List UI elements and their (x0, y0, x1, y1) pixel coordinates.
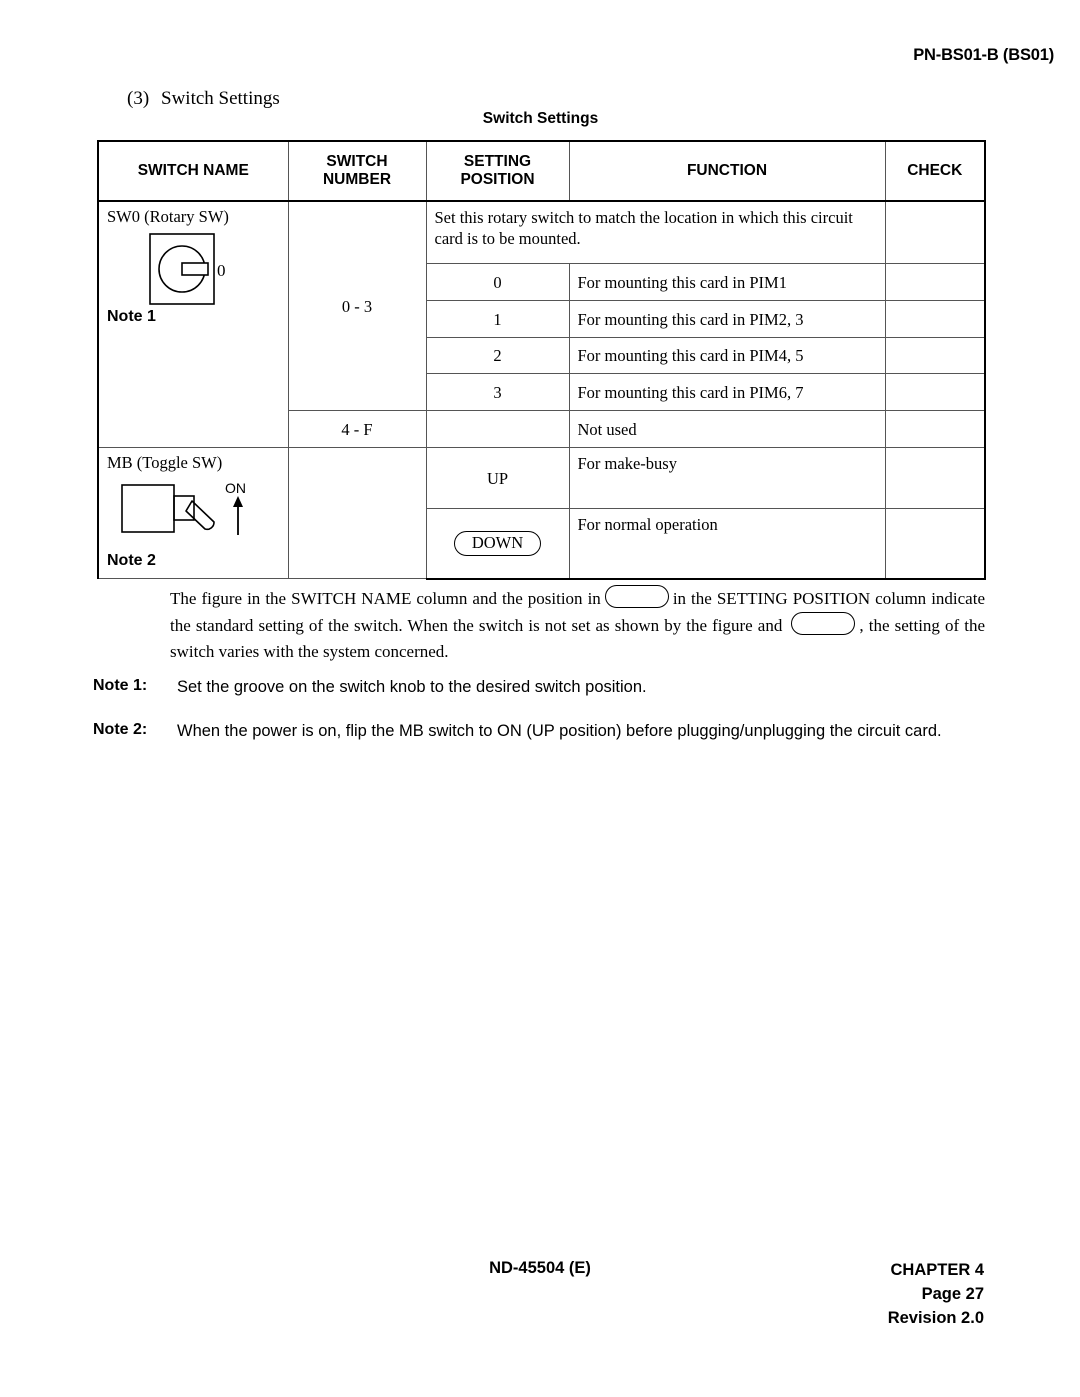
toggle-direction-label: ON (225, 480, 246, 496)
cell-switch-name-mb: MB (Toggle SW) ON Note 2 (97, 447, 289, 579)
column-header-check: CHECK (884, 140, 986, 202)
switch-number-unused-value: 4 - F (341, 420, 373, 440)
note-text: Set the groove on the switch knob to the… (177, 678, 647, 696)
sw0-description-text: Set this rotary switch to match the loca… (434, 208, 853, 249)
standard-setting-marker-icon (791, 612, 856, 635)
cell-function: For mounting this card in PIM2, 3 (568, 299, 886, 338)
cell-setting-position: 2 (425, 336, 570, 375)
note-key: Note 2: (93, 721, 148, 739)
page-header-card-id: PN-BS01-B (BS01) (913, 46, 1054, 64)
setting-position-value: 2 (493, 346, 502, 366)
cell-check-sw0-desc (884, 200, 986, 264)
cell-switch-number-unused: 4 - F (287, 410, 427, 448)
page-footer: ND-45504 (E) CHAPTER 4 Page 27 Revision … (0, 1259, 1080, 1349)
cell-setting-position-empty (425, 410, 570, 448)
cell-sw0-description: Set this rotary switch to match the loca… (425, 200, 886, 264)
cell-switch-number-range: 0 - 3 (287, 200, 427, 412)
table-header-row: SWITCH NAME SWITCH NUMBER SETTING POSITI… (97, 140, 986, 202)
footer-page-number: Page 27 (921, 1284, 984, 1303)
setting-position-value: 3 (493, 383, 502, 403)
cell-function: For mounting this card in PIM1 (568, 262, 886, 301)
notes-block: Note 1: Set the groove on the switch kno… (93, 676, 1063, 765)
note-text: When the power is on, flip the MB switch… (177, 722, 942, 741)
setting-position-line1: SETTING (463, 152, 532, 170)
explanation-part-1: The figure in the SWITCH NAME column and… (170, 589, 601, 608)
cell-switch-number-mb-empty (287, 447, 427, 579)
column-header-function: FUNCTION (568, 140, 886, 202)
cell-check (884, 299, 986, 338)
table-row: MB (Toggle SW) ON Note 2 UP For make-bus… (97, 446, 986, 579)
switch-number-line2: NUMBER (322, 171, 392, 188)
function-text: For mounting this card in PIM4, 5 (577, 346, 804, 366)
cell-function: Not used (568, 410, 886, 448)
section-title: Switch Settings (161, 88, 280, 109)
cell-setting-position: 0 (425, 262, 570, 301)
table-caption: Switch Settings (482, 110, 599, 127)
switch-name-sw0-label: SW0 (Rotary SW) (107, 207, 229, 226)
cell-check (884, 410, 986, 448)
footer-chapter-block: CHAPTER 4 Page 27 Revision 2.0 (888, 1259, 984, 1331)
cell-function: For normal operation (568, 508, 886, 580)
switch-number-line1: SWITCH (326, 152, 388, 170)
note-key: Note 1: (93, 677, 148, 694)
setting-position-value: UP (486, 468, 509, 488)
svg-text:0: 0 (217, 261, 226, 280)
cell-check (884, 373, 986, 412)
function-text: For normal operation (577, 515, 718, 535)
note-item: Note 1: Set the groove on the switch kno… (93, 676, 1063, 698)
cell-setting-position: UP (425, 446, 570, 510)
standard-setting-marker-icon (604, 585, 669, 608)
cell-switch-name-sw0: SW0 (Rotary SW) 0 Note 1 (97, 200, 289, 448)
function-text: For mounting this card in PIM2, 3 (577, 309, 804, 329)
section-heading: (3) Switch Settings (127, 88, 280, 110)
footer-chapter: CHAPTER 4 (890, 1261, 984, 1279)
note-reference-2: Note 2 (107, 552, 156, 569)
cell-check (884, 262, 986, 301)
note-reference-1: Note 1 (107, 308, 156, 325)
note-item: Note 2: When the power is on, flip the M… (93, 720, 1063, 742)
cell-setting-position: 3 (425, 373, 570, 412)
rotary-switch-icon: 0 (149, 233, 288, 320)
cell-setting-position-circled: DOWN (425, 508, 570, 580)
function-text: Not used (577, 420, 637, 440)
function-text: For make-busy (577, 454, 677, 473)
footer-revision: Revision 2.0 (887, 1308, 984, 1327)
switch-name-mb-label: MB (Toggle SW) (107, 453, 223, 472)
cell-check (884, 336, 986, 375)
cell-function: For make-busy (568, 446, 886, 510)
switch-settings-table: SWITCH NAME SWITCH NUMBER SETTING POSITI… (97, 140, 986, 580)
cell-check (884, 508, 986, 580)
table-legend-explanation: The figure in the SWITCH NAME column and… (170, 585, 985, 665)
cell-function: For mounting this card in PIM4, 5 (568, 336, 886, 375)
column-header-switch-name: SWITCH NAME (97, 140, 289, 202)
cell-check (884, 446, 986, 510)
cell-function: For mounting this card in PIM6, 7 (568, 373, 886, 412)
switch-number-range-value: 0 - 3 (341, 297, 373, 317)
cell-setting-position: 1 (425, 299, 570, 338)
column-header-setting-position: SETTING POSITION (425, 140, 570, 202)
function-text: For mounting this card in PIM6, 7 (577, 383, 804, 403)
setting-position-value: 1 (493, 309, 502, 329)
function-text: For mounting this card in PIM1 (577, 272, 787, 292)
column-header-switch-number: SWITCH NUMBER (287, 140, 427, 202)
toggle-switch-icon: ON (121, 477, 288, 546)
setting-position-line2: POSITION (460, 171, 535, 188)
table-row: SW0 (Rotary SW) 0 Note 1 0 - 3 Set this … (97, 200, 986, 448)
section-number: (3) (127, 88, 150, 109)
setting-position-value: 0 (493, 272, 502, 292)
setting-position-value-circled: DOWN (453, 531, 542, 557)
